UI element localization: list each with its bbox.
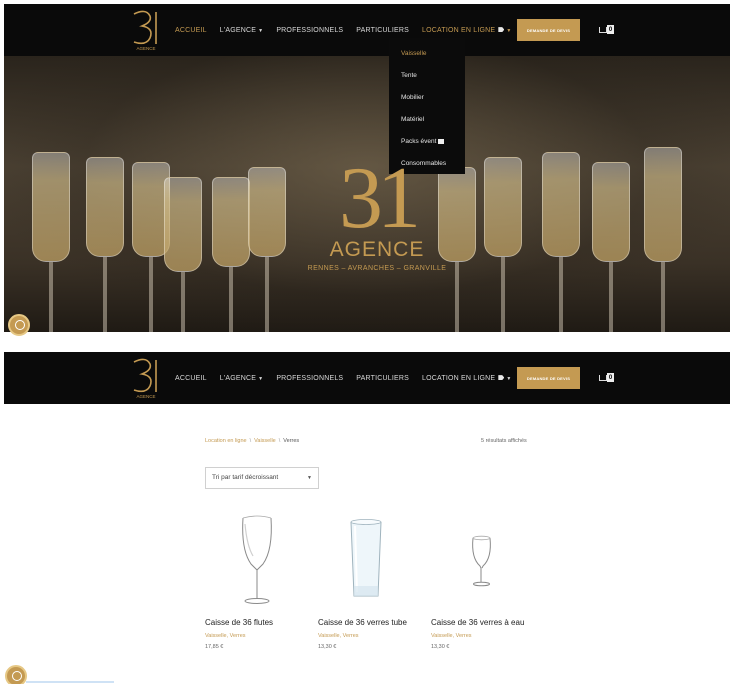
chevron-down-icon: ▼ xyxy=(258,27,264,34)
chevron-down-icon: ▼ xyxy=(506,27,512,34)
product-name[interactable]: Caisse de 36 verres à eau xyxy=(431,618,536,627)
product-card[interactable]: Caisse de 36 flutes Vaisselle, Verres 17… xyxy=(205,512,310,650)
nav-item-location[interactable]: LOCATION EN LIGNE ▼ xyxy=(422,27,511,34)
product-categories[interactable]: Vaisselle, Verres xyxy=(205,633,310,639)
hero-section: AGENCE ACCUEIL L'AGENCE ▼ PROFESSIONNELS … xyxy=(4,4,730,332)
champagne-glass-decor xyxy=(542,152,580,332)
nav-item-accueil[interactable]: ACCUEIL xyxy=(175,27,207,34)
main-nav-shop: AGENCE ACCUEIL L'AGENCE ▼ PROFESSIONNELS … xyxy=(4,352,730,404)
dropdown-item-materiel[interactable]: Matériel xyxy=(389,109,465,131)
tag-icon xyxy=(498,375,505,381)
dropdown-item-tente[interactable]: Tente xyxy=(389,65,465,87)
champagne-glass-decor xyxy=(32,152,70,332)
product-price: 17,85 € xyxy=(205,644,224,650)
recaptcha-badge-icon[interactable] xyxy=(8,314,30,336)
product-card[interactable]: Caisse de 36 verres à eau Vaisselle, Ver… xyxy=(431,512,536,650)
cart-count-badge: 0 xyxy=(607,25,614,34)
nav-item-label: L'AGENCE xyxy=(219,374,257,382)
agency-logo[interactable]: AGENCE xyxy=(128,8,164,52)
hero-logo: 31 AGENCE RENNES – AVRANCHES – GRANVILLE xyxy=(308,150,446,273)
nav-item-accueil[interactable]: ACCUEIL xyxy=(175,375,207,382)
breadcrumb-current: Verres xyxy=(283,438,300,444)
product-price: 13,30 € xyxy=(318,644,337,650)
champagne-glass-decor xyxy=(484,157,522,332)
product-name[interactable]: Caisse de 36 verres tube xyxy=(318,618,423,627)
nav-item-label: LOCATION EN LIGNE xyxy=(422,374,496,382)
champagne-glass-decor xyxy=(644,147,682,332)
tube-glass-image[interactable] xyxy=(318,512,423,612)
nav-item-label: L'AGENCE xyxy=(219,26,257,34)
hero-logo-word: AGENCE xyxy=(329,238,425,261)
dropdown-item-label: Packs évent xyxy=(401,138,437,145)
nav-item-agence[interactable]: L'AGENCE ▼ xyxy=(220,375,264,382)
quote-request-button[interactable]: DEMANDE DE DEVIS xyxy=(517,19,580,41)
champagne-glass-decor xyxy=(86,157,124,332)
nav-item-professionnels[interactable]: PROFESSIONNELS xyxy=(276,27,343,34)
chevron-down-icon: ▼ xyxy=(506,375,512,382)
champagne-glass-decor xyxy=(248,162,286,332)
product-categories[interactable]: Vaisselle, Verres xyxy=(318,633,423,639)
cart-button[interactable]: 0 xyxy=(599,25,615,37)
recaptcha-badge-icon[interactable] xyxy=(5,665,27,684)
cart-icon xyxy=(599,375,607,381)
water-glass-image[interactable] xyxy=(431,512,536,612)
chevron-down-icon: ▼ xyxy=(307,475,312,481)
nav-item-particuliers[interactable]: PARTICULIERS xyxy=(356,375,409,382)
champagne-glass-decor xyxy=(164,167,202,332)
breadcrumb: Location en ligne \ Vaisselle \ Verres xyxy=(205,438,299,444)
breadcrumb-separator: \ xyxy=(249,438,252,444)
breadcrumb-link[interactable]: Location en ligne xyxy=(205,438,247,444)
gift-icon xyxy=(438,138,445,144)
breadcrumb-link[interactable]: Vaisselle xyxy=(254,438,276,444)
results-count: 5 résultats affichés xyxy=(481,438,527,444)
dropdown-item-mobilier[interactable]: Mobilier xyxy=(389,87,465,109)
dropdown-item-vaisselle[interactable]: Vaisselle xyxy=(389,43,465,65)
nav-links: ACCUEIL L'AGENCE ▼ PROFESSIONNELS PARTICU… xyxy=(175,352,524,404)
hero-logo-number: 31 xyxy=(339,150,421,247)
nav-item-label: LOCATION EN LIGNE xyxy=(422,26,496,34)
nav-item-agence[interactable]: L'AGENCE ▼ xyxy=(220,27,264,34)
nav-item-professionnels[interactable]: PROFESSIONNELS xyxy=(276,375,343,382)
agency-logo[interactable]: AGENCE xyxy=(128,356,164,400)
nav-item-particuliers[interactable]: PARTICULIERS xyxy=(356,27,409,34)
sort-select-value: Tri par tarif décroissant xyxy=(212,474,279,481)
champagne-glass-decor xyxy=(592,157,630,332)
quote-request-button[interactable]: DEMANDE DE DEVIS xyxy=(517,367,580,389)
cart-count-badge: 0 xyxy=(607,373,614,382)
product-price: 13,30 € xyxy=(431,644,450,650)
hero-cities: RENNES – AVRANCHES – GRANVILLE xyxy=(307,265,447,272)
product-categories[interactable]: Vaisselle, Verres xyxy=(431,633,536,639)
svg-text:AGENCE: AGENCE xyxy=(136,394,155,399)
champagne-glass-decor xyxy=(212,167,250,332)
product-name[interactable]: Caisse de 36 flutes xyxy=(205,618,310,627)
main-nav: AGENCE ACCUEIL L'AGENCE ▼ PROFESSIONNELS … xyxy=(4,4,730,56)
svg-text:AGENCE: AGENCE xyxy=(136,46,155,51)
product-card[interactable]: Caisse de 36 verres tube Vaisselle, Verr… xyxy=(318,512,423,650)
nav-item-location[interactable]: LOCATION EN LIGNE ▼ xyxy=(422,375,511,382)
champagne-glass-decor xyxy=(438,162,476,332)
page-bottom-strip xyxy=(26,681,114,683)
sort-select[interactable]: Tri par tarif décroissant ▼ xyxy=(205,467,319,489)
breadcrumb-separator: \ xyxy=(278,438,281,444)
chevron-down-icon: ▼ xyxy=(258,375,264,382)
cart-button[interactable]: 0 xyxy=(599,373,615,385)
tag-icon xyxy=(498,27,505,33)
flute-glass-image[interactable] xyxy=(205,512,310,612)
cart-icon xyxy=(599,27,607,33)
page: AGENCE ACCUEIL L'AGENCE ▼ PROFESSIONNELS … xyxy=(0,0,731,684)
nav-links: ACCUEIL L'AGENCE ▼ PROFESSIONNELS PARTICU… xyxy=(175,4,524,56)
